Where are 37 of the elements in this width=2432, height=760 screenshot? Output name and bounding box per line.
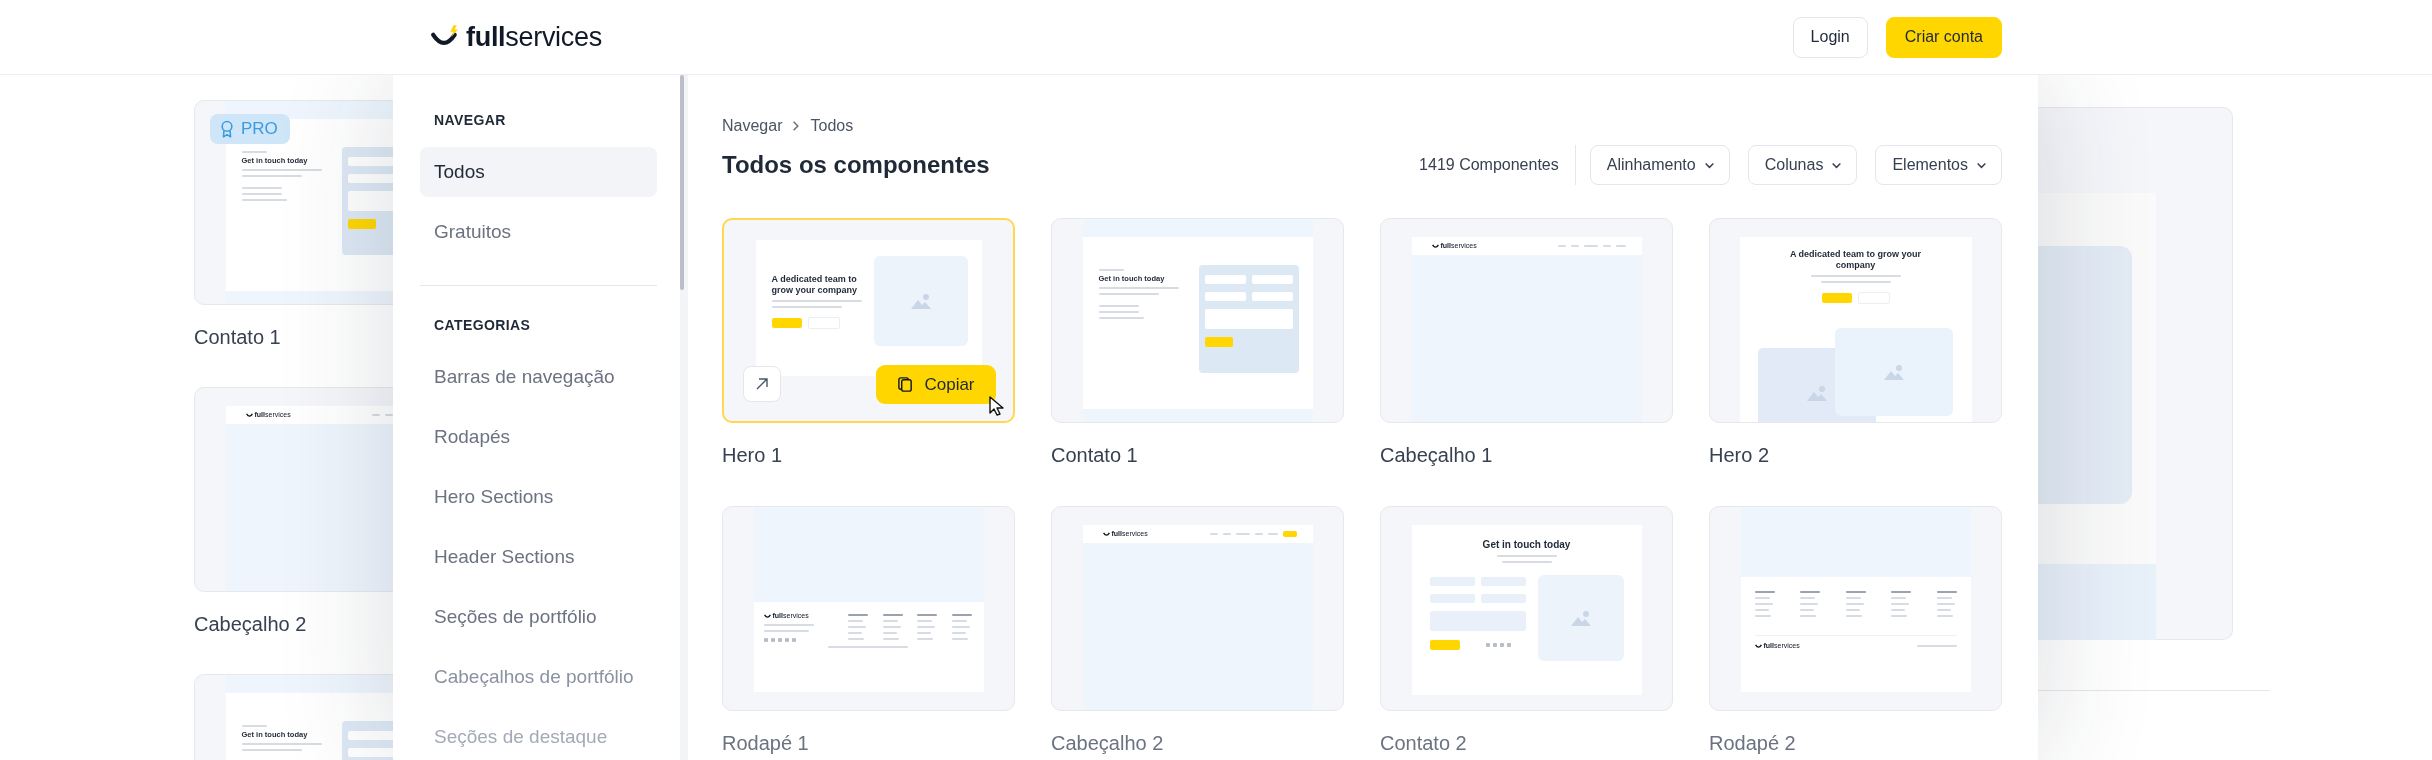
mini-heading: A dedicated team to grow your company: [1788, 249, 1923, 271]
sidebar-item[interactable]: Gratuitos: [420, 207, 657, 257]
card-title: Rodapé 1: [722, 731, 810, 755]
mini-heading: Get in touch today: [1481, 539, 1572, 551]
section-title: NAVEGAR: [434, 111, 507, 129]
breadcrumb-link[interactable]: Todos: [810, 116, 854, 136]
component-card[interactable]: Get in touch today: [1380, 506, 1673, 711]
page-title: Todos os componentes: [722, 150, 990, 180]
copy-button[interactable]: Copiar: [876, 365, 996, 404]
badge-label: PRO: [241, 119, 278, 139]
mini-heading: A dedicated team to grow your company: [771, 274, 858, 296]
card-title: Contato 1: [194, 325, 282, 349]
component-card[interactable]: A dedicated team to grow your company: [1709, 218, 2002, 423]
component-card[interactable]: A dedicated team to grow your company Copiar: [722, 218, 1015, 423]
card-title: Rodapé 2: [1709, 731, 1797, 755]
breadcrumb-link[interactable]: Navegar: [722, 116, 783, 136]
filter-dropdown[interactable]: Alinhamento: [1589, 145, 1730, 185]
card-title: Cabeçalho 2: [194, 612, 308, 636]
card-title: Hero 2: [1709, 443, 1771, 467]
sidebar-item[interactable]: Hero Sections: [420, 472, 657, 522]
login-button[interactable]: Login: [1792, 16, 1868, 58]
card-title: Cabeçalho 2: [1051, 731, 1165, 755]
card-title: Cabeçalho 1: [1380, 443, 1494, 467]
card-title: Hero 1: [722, 443, 784, 467]
logo-text: fullservices: [466, 21, 602, 53]
section-title: CATEGORIAS: [434, 316, 532, 334]
card-title: Contato 1: [1051, 443, 1139, 467]
filter-dropdown[interactable]: Elementos: [1875, 145, 2002, 185]
filter-dropdown[interactable]: Colunas: [1747, 145, 1858, 185]
signup-button[interactable]: Criar conta: [1885, 16, 2002, 58]
sidebar-item[interactable]: Rodapés: [420, 412, 657, 462]
sidebar-item[interactable]: Todos: [420, 147, 657, 197]
card-title: Contato 2: [1380, 731, 1468, 755]
sidebar-item[interactable]: Header Sections: [420, 532, 657, 582]
sidebar-item[interactable]: Barras de navegação: [420, 352, 657, 402]
sidebar-item[interactable]: Seções de portfólio: [420, 592, 657, 642]
component-count: 1419 Componentes: [1419, 156, 1559, 174]
